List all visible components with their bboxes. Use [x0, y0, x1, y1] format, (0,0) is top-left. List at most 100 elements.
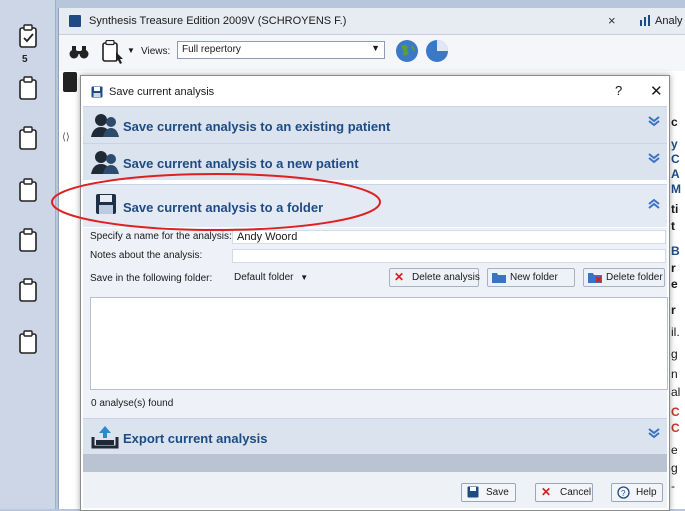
dialog-help-button[interactable]: ?	[615, 83, 622, 98]
book-icon	[69, 15, 81, 27]
chevron-down-icon[interactable]	[648, 151, 660, 167]
save-button[interactable]: Save	[461, 483, 516, 502]
help-button[interactable]: ? Help	[611, 483, 663, 502]
pie-chart-icon[interactable]	[425, 39, 449, 66]
clipboard-icon[interactable]	[18, 126, 38, 150]
section-new-patient-label: Save current analysis to a new patient	[123, 156, 359, 171]
dialog-separator	[83, 454, 667, 472]
help-button-label: Help	[636, 487, 657, 498]
section-export-label: Export current analysis	[123, 431, 268, 446]
cancel-button-label: Cancel	[560, 487, 592, 498]
analysis-count-text: 0 analyse(s) found	[91, 398, 174, 409]
bg-text-fragment: C	[671, 152, 680, 166]
clipboard-pointer-icon[interactable]	[102, 39, 124, 67]
views-select[interactable]: Full repertory ▼	[177, 41, 385, 59]
clipboard-icon[interactable]	[18, 76, 38, 100]
red-x-icon: ✕	[541, 485, 552, 499]
bg-text-fragment: r	[671, 303, 676, 317]
delete-analysis-button[interactable]: ✕ Delete analysis	[389, 268, 480, 287]
clipboard-icon[interactable]	[18, 278, 38, 302]
chevron-down-icon[interactable]	[648, 426, 660, 442]
tab-title[interactable]: Synthesis Treasure Edition 2009V (SCHROY…	[89, 15, 346, 27]
floppy-disk-icon	[91, 86, 103, 101]
red-x-icon: ✕	[394, 270, 405, 284]
bg-text-fragment: B	[671, 244, 680, 258]
patient-icon	[91, 113, 119, 140]
help-icon: ?	[617, 486, 630, 502]
tab-close-button[interactable]: ×	[608, 13, 616, 28]
floppy-disk-icon	[467, 486, 479, 501]
bg-text-fragment: C	[671, 421, 680, 435]
bg-text-fragment: y	[671, 137, 678, 151]
bg-text-fragment: il.	[671, 325, 680, 339]
chevron-up-icon[interactable]	[648, 197, 660, 213]
chevron-down-icon[interactable]	[648, 114, 660, 130]
bg-text-fragment: ti	[671, 202, 679, 216]
chevron-down-icon: ▼	[371, 43, 380, 53]
dialog-close-button[interactable]: ✕	[650, 82, 663, 100]
section-existing-patient[interactable]: Save current analysis to an existing pat…	[83, 106, 667, 143]
chevron-down-icon: ▼	[300, 273, 309, 282]
tab-analysis-title[interactable]: Analy	[655, 15, 683, 27]
floppy-disk-icon	[95, 193, 117, 218]
folder-label: Save in the following folder:	[90, 273, 213, 284]
folder-select[interactable]: Default folder ▼	[230, 270, 312, 286]
new-folder-button[interactable]: New folder	[487, 268, 575, 287]
clipboard-icon[interactable]	[18, 178, 38, 202]
analysis-notes-label: Notes about the analysis:	[90, 250, 203, 261]
bg-text-fragment: -	[671, 479, 675, 493]
section-folder-label: Save current analysis to a folder	[123, 200, 324, 215]
folder-icon	[492, 271, 506, 286]
toolbar: ▼ Views: Full repertory ▼	[59, 35, 685, 71]
bg-text-fragment: g	[671, 347, 678, 361]
svg-text:?: ?	[621, 489, 626, 498]
dialog-footer: Save ✕ Cancel ? Help	[83, 472, 667, 508]
patient-icon	[91, 150, 119, 177]
bg-text-fragment: g	[671, 461, 678, 475]
delete-folder-label: Delete folder	[606, 272, 663, 283]
analysis-name-input[interactable]: Andy Woord	[232, 230, 666, 244]
bg-text-fragment: M	[671, 182, 681, 196]
tab-bar: Synthesis Treasure Edition 2009V (SCHROY…	[59, 8, 685, 35]
views-select-value: Full repertory	[182, 44, 241, 55]
book-icon	[63, 72, 77, 92]
clipboard-icon[interactable]	[18, 330, 38, 354]
delete-analysis-label: Delete analysis	[412, 272, 480, 283]
clipboard-check-icon[interactable]	[18, 24, 38, 48]
section-new-patient[interactable]: Save current analysis to a new patient	[83, 143, 667, 180]
views-label: Views:	[141, 46, 171, 57]
fragment-icon: ⟨⟩	[62, 132, 70, 143]
bg-text-fragment: al	[671, 385, 681, 399]
cancel-button[interactable]: ✕ Cancel	[535, 483, 593, 502]
new-folder-label: New folder	[510, 272, 558, 283]
bg-text-fragment: n	[671, 367, 678, 381]
folder-form: Specify a name for the analysis: Andy Wo…	[83, 228, 668, 418]
folder-delete-icon	[588, 271, 602, 286]
clipboard-count: 5	[22, 54, 28, 65]
dialog-title: Save current analysis	[109, 86, 215, 98]
save-button-label: Save	[486, 487, 509, 498]
clipboard-icon[interactable]	[18, 228, 38, 252]
globe-icon[interactable]	[395, 39, 419, 66]
background-text-column: c y C A M ti t B r e r il. g n al C C e …	[668, 95, 685, 509]
binoculars-icon[interactable]	[69, 44, 89, 63]
bg-text-fragment: e	[671, 443, 678, 457]
bg-text-fragment: A	[671, 167, 680, 181]
section-folder[interactable]: Save current analysis to a folder	[83, 184, 667, 227]
left-sidebar: 5	[0, 0, 56, 509]
section-export[interactable]: Export current analysis	[83, 418, 667, 455]
analysis-name-label: Specify a name for the analysis:	[90, 231, 232, 242]
export-icon	[91, 425, 119, 452]
bg-text-fragment: t	[671, 219, 675, 233]
save-analysis-dialog: Save current analysis ? ✕ Save current a…	[80, 75, 670, 511]
section-existing-patient-label: Save current analysis to an existing pat…	[123, 119, 391, 134]
analysis-list[interactable]	[90, 297, 668, 390]
bg-text-fragment: c	[671, 115, 678, 129]
bg-text-fragment: e	[671, 277, 678, 291]
dropdown-arrow-icon[interactable]: ▼	[127, 46, 135, 55]
analysis-notes-input[interactable]	[232, 249, 666, 263]
bg-text-fragment: r	[671, 261, 676, 275]
delete-folder-button[interactable]: Delete folder	[583, 268, 665, 287]
folder-select-value: Default folder	[234, 272, 294, 283]
chart-icon[interactable]	[639, 15, 651, 26]
